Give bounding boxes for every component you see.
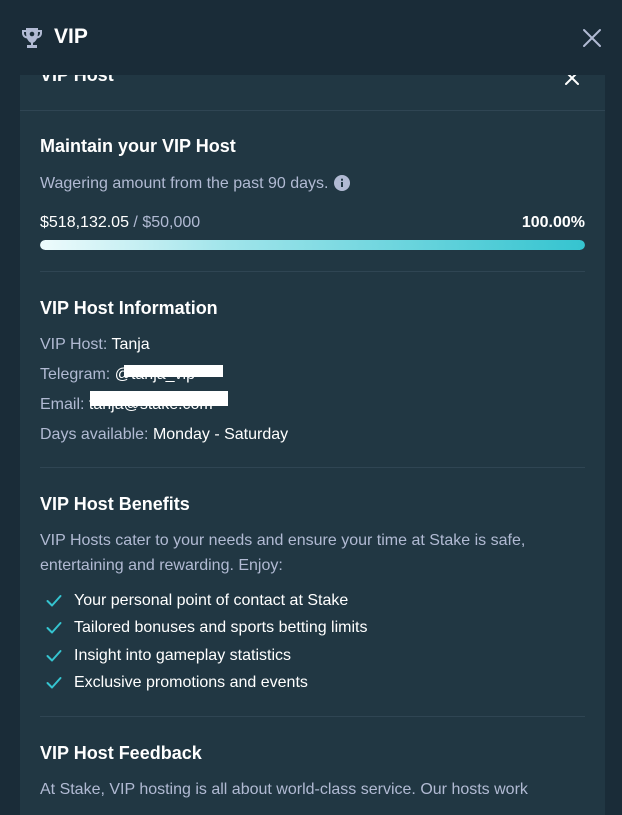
maintain-subtitle-text: Wagering amount from the past 90 days. (40, 175, 329, 192)
divider (40, 271, 585, 272)
redaction-box (124, 365, 223, 377)
wager-percent: 100.00% (521, 214, 585, 231)
feedback-heading: VIP Host Feedback (40, 743, 202, 763)
days-label: Days available: (40, 426, 149, 443)
wager-target: $50,000 (142, 214, 201, 231)
progress-fill (40, 240, 585, 250)
divider (40, 716, 585, 717)
benefits-heading: VIP Host Benefits (40, 494, 190, 514)
info-heading: VIP Host Information (40, 298, 218, 318)
panel-header[interactable]: VIP Host (20, 75, 605, 111)
benefit-text: Your personal point of contact at Stake (74, 592, 349, 609)
days-value: Monday - Saturday (152, 426, 289, 443)
days-row: Days available: Monday - Saturday (40, 426, 288, 444)
panel-close-icon[interactable] (564, 75, 580, 86)
benefit-text: Insight into gameplay statistics (74, 647, 291, 664)
wager-amount: $518,132.05 / $50,000 (40, 214, 200, 232)
benefits-intro-line1: VIP Hosts cater to your needs and ensure… (40, 532, 526, 549)
info-icon[interactable] (334, 175, 351, 191)
progress-bar (40, 240, 585, 250)
host-label: VIP Host: (40, 336, 108, 353)
checkmark-icon (46, 622, 62, 634)
email-label: Email: (40, 396, 85, 413)
benefit-text: Tailored bonuses and sports betting limi… (74, 619, 368, 636)
benefit-text: Exclusive promotions and events (74, 674, 308, 691)
checkmark-icon (46, 650, 62, 662)
host-value: Tanja (111, 336, 150, 353)
maintain-subtitle: Wagering amount from the past 90 days. (40, 175, 351, 193)
vip-host-panel: VIP Host Maintain your VIP Host Wagering… (20, 75, 605, 815)
feedback-text: At Stake, VIP hosting is all about world… (40, 781, 528, 798)
checkmark-icon (46, 677, 62, 689)
modal-header: VIP (0, 0, 622, 75)
redaction-box (90, 391, 228, 406)
maintain-heading: Maintain your VIP Host (40, 136, 236, 156)
checkmark-icon (46, 595, 62, 607)
host-row: VIP Host: Tanja (40, 336, 150, 354)
trophy-icon (22, 28, 42, 48)
telegram-label: Telegram: (40, 366, 111, 383)
divider (40, 467, 585, 468)
close-icon[interactable] (580, 26, 604, 50)
modal-title: VIP (54, 25, 88, 48)
benefits-intro-line2: entertaining and rewarding. Enjoy: (40, 557, 283, 574)
wager-current: $518,132.05 (40, 214, 129, 231)
wager-separator: / (128, 214, 143, 231)
panel-title: VIP Host (40, 75, 114, 85)
